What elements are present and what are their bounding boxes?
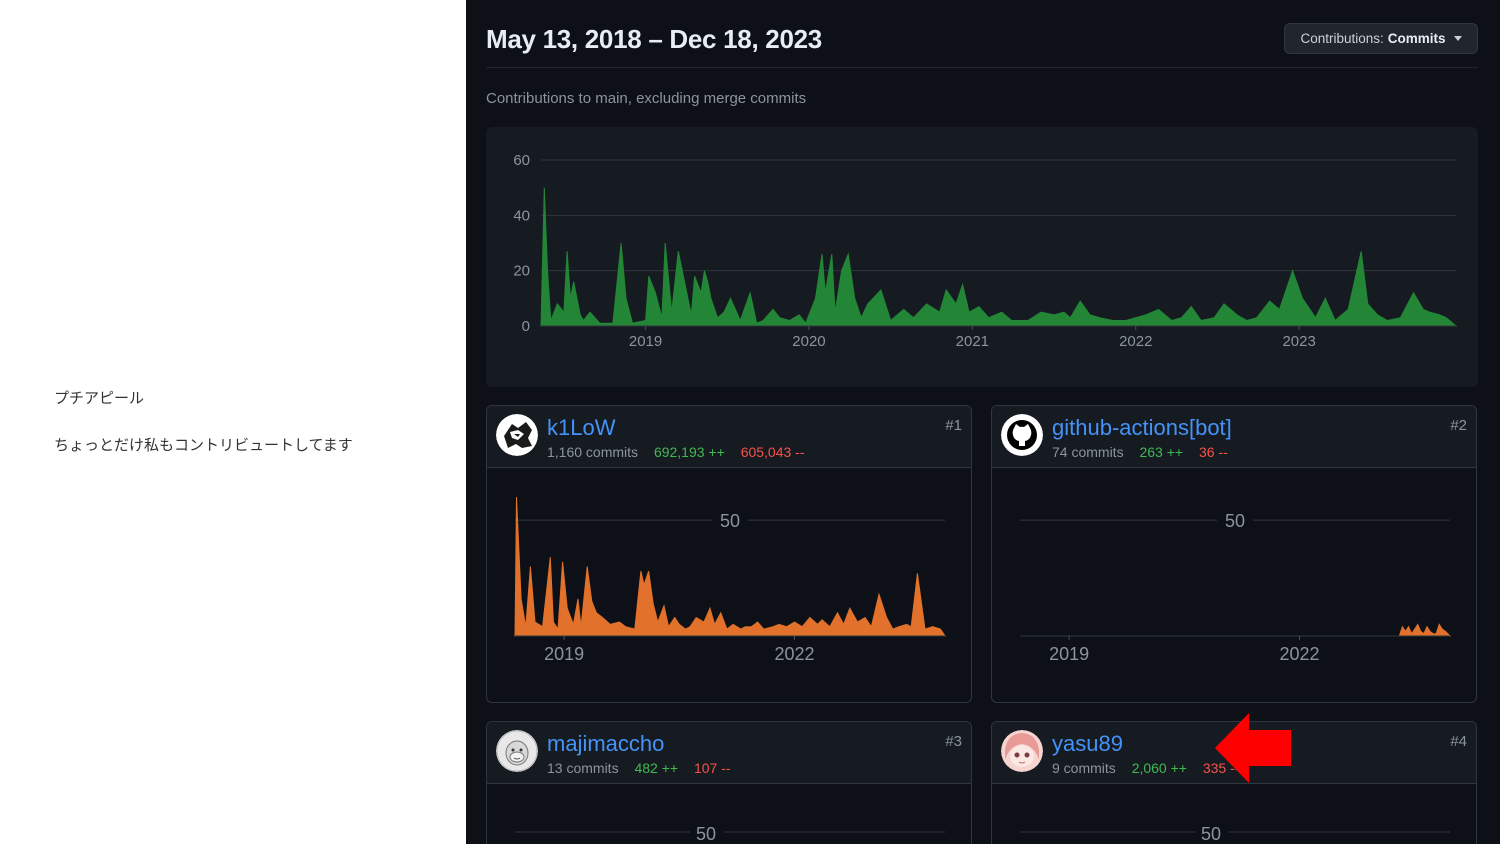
caret-down-icon xyxy=(1453,36,1462,41)
contributor-stats: 13 commits 482 ++ 107 -- xyxy=(547,760,731,776)
x-tick-label: 2019 xyxy=(629,333,662,350)
contributor-login[interactable]: majimaccho xyxy=(547,731,664,757)
x-tick-label: 2019 xyxy=(1049,644,1089,664)
date-range-title: May 13, 2018 – Dec 18, 2023 xyxy=(486,24,822,54)
y-tick-label: 50 xyxy=(1201,824,1221,844)
main-commits-chart: 0 20 40 60 2019 2020 2021 2022 2023 xyxy=(486,127,1478,387)
y-tick-label: 50 xyxy=(720,511,740,531)
y-tick-label: 50 xyxy=(696,824,716,844)
rank-badge: #4 xyxy=(1450,733,1467,750)
additions-count: 692,193 ++ xyxy=(653,444,725,460)
contributor-login[interactable]: k1LoW xyxy=(547,415,615,441)
x-tick-label: 2023 xyxy=(1282,333,1315,350)
divider xyxy=(486,67,1478,68)
y-tick-label: 60 xyxy=(513,152,530,169)
main-chart-svg: 0 20 40 60 2019 2020 2021 2022 2023 xyxy=(513,152,1458,350)
x-tick-label: 2022 xyxy=(1279,644,1319,664)
rank-badge: #1 xyxy=(945,417,962,434)
x-tick-label: 2022 xyxy=(774,644,814,664)
rank-badge: #3 xyxy=(945,733,962,750)
commit-count[interactable]: 1,160 commits xyxy=(547,444,638,460)
additions-count: 263 ++ xyxy=(1139,444,1184,460)
additions-count: 482 ++ xyxy=(634,760,679,776)
contributor-card-majimaccho: majimaccho 13 commits 482 ++ 107 -- #3 5… xyxy=(486,721,972,844)
contributors-panel: May 13, 2018 – Dec 18, 2023 Contribution… xyxy=(466,0,1500,844)
contributor-card-github-actions: github-actions[bot] 74 commits 263 ++ 36… xyxy=(991,405,1477,703)
avatar[interactable] xyxy=(1001,730,1043,772)
x-tick-label: 2020 xyxy=(792,333,825,350)
contributions-dropdown[interactable]: Contributions: Commits xyxy=(1284,23,1478,54)
contributor-stats: 1,160 commits 692,193 ++ 605,043 -- xyxy=(547,444,805,460)
y-tick-label: 0 xyxy=(522,318,530,335)
x-tick-label: 2019 xyxy=(544,644,584,664)
slide-title: プチアピール xyxy=(54,389,145,407)
bot-commits-chart: 50 2019 2022 xyxy=(1020,508,1452,664)
yasu89-commits-chart: 50 xyxy=(1020,820,1450,844)
series-area xyxy=(1020,623,1452,637)
card-header: github-actions[bot] 74 commits 263 ++ 36… xyxy=(992,406,1476,468)
deletions-count: 107 -- xyxy=(693,760,731,776)
contributions-value: Commits xyxy=(1387,31,1446,46)
contributor-login[interactable]: yasu89 xyxy=(1052,731,1123,757)
majimaccho-commits-chart: 50 xyxy=(515,820,945,844)
contributor-stats: 74 commits 263 ++ 36 -- xyxy=(1052,444,1228,460)
commit-count[interactable]: 9 commits xyxy=(1052,760,1116,776)
contributor-card-k1low: k1LoW 1,160 commits 692,193 ++ 605,043 -… xyxy=(486,405,972,703)
contributor-login[interactable]: github-actions[bot] xyxy=(1052,415,1232,441)
y-tick-label: 50 xyxy=(1225,511,1245,531)
card-header: k1LoW 1,160 commits 692,193 ++ 605,043 -… xyxy=(487,406,971,468)
y-tick-label: 40 xyxy=(513,207,530,224)
card-header: majimaccho 13 commits 482 ++ 107 -- #3 xyxy=(487,722,971,784)
avatar[interactable] xyxy=(496,730,538,772)
slide-body: ちょっとだけ私もコントリビュートしてます xyxy=(54,436,353,454)
k1low-commits-chart: 50 2019 2022 xyxy=(514,496,946,664)
commit-count[interactable]: 74 commits xyxy=(1052,444,1124,460)
commit-count[interactable]: 13 commits xyxy=(547,760,619,776)
deletions-count: 605,043 -- xyxy=(740,444,805,460)
contributions-label: Contributions: xyxy=(1300,31,1384,46)
chart-subtitle: Contributions to main, excluding merge c… xyxy=(486,90,807,107)
contributor-stats: 9 commits 2,060 ++ 335 -- xyxy=(1052,760,1239,776)
deletions-count: 36 -- xyxy=(1198,444,1228,460)
rank-badge: #2 xyxy=(1450,417,1467,434)
additions-count: 2,060 ++ xyxy=(1131,760,1187,776)
avatar[interactable] xyxy=(496,414,538,456)
series-area xyxy=(540,187,1458,327)
red-arrow-icon xyxy=(1215,713,1291,783)
y-tick-label: 20 xyxy=(513,263,530,280)
x-tick-label: 2022 xyxy=(1119,333,1152,350)
github-octocat-icon[interactable] xyxy=(1001,414,1043,456)
x-tick-label: 2021 xyxy=(956,333,989,350)
